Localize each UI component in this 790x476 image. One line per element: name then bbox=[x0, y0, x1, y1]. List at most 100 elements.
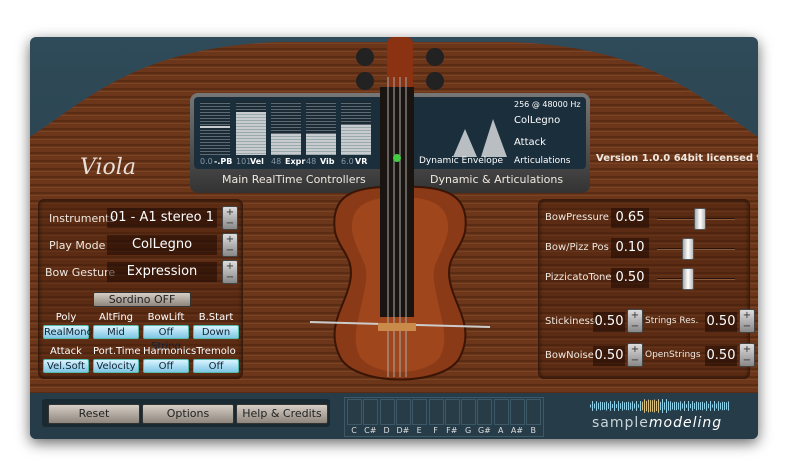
wave-bar bbox=[598, 402, 599, 410]
slider-value[interactable]: 0.10 bbox=[611, 238, 649, 258]
stepper-buttons[interactable]: + − bbox=[627, 309, 643, 333]
stepper-value[interactable]: 0.50 bbox=[705, 312, 737, 332]
plus-button[interactable]: + bbox=[740, 344, 754, 355]
help-credits-button[interactable]: Help & Credits bbox=[236, 404, 328, 424]
option-button[interactable]: Off bbox=[143, 359, 189, 373]
key-label: A# bbox=[510, 426, 524, 435]
key-3[interactable] bbox=[395, 399, 411, 425]
version-text: Version 1.0.0 64bit licensed to: bbox=[596, 153, 758, 164]
key-9[interactable] bbox=[493, 399, 509, 425]
wave-bar bbox=[724, 401, 725, 411]
wave-bar bbox=[632, 401, 633, 411]
key-6[interactable] bbox=[444, 399, 460, 425]
plus-button[interactable]: + bbox=[740, 310, 754, 321]
row-stepper[interactable]: + − bbox=[222, 260, 238, 284]
plus-button[interactable]: + bbox=[628, 310, 642, 321]
key-10[interactable] bbox=[510, 399, 525, 425]
wave-bar bbox=[664, 402, 665, 410]
meter-label: Vel bbox=[250, 157, 264, 166]
key-2[interactable] bbox=[379, 399, 395, 425]
key-7[interactable] bbox=[461, 399, 477, 425]
row-stepper[interactable]: + − bbox=[222, 206, 238, 230]
stepper-label: Stickiness bbox=[545, 316, 596, 327]
option-button[interactable]: Off String bbox=[143, 325, 189, 352]
plus-button[interactable]: + bbox=[223, 207, 237, 218]
meter-value: 48 bbox=[271, 157, 282, 166]
wave-bar bbox=[678, 402, 679, 410]
wave-bar bbox=[680, 401, 681, 411]
wave-bar bbox=[662, 399, 663, 413]
minus-button[interactable]: − bbox=[223, 218, 237, 229]
stepper-buttons[interactable]: + − bbox=[739, 343, 755, 367]
option-button[interactable]: Velocity bbox=[93, 359, 139, 373]
slider-knob[interactable] bbox=[682, 268, 694, 290]
slider-value[interactable]: 0.65 bbox=[611, 208, 649, 228]
articulations-label: Articulations bbox=[514, 156, 571, 166]
stepper-buttons[interactable]: + − bbox=[739, 309, 755, 333]
stepper-value[interactable]: 0.50 bbox=[705, 346, 737, 366]
slider-knob[interactable] bbox=[694, 208, 706, 230]
minus-button[interactable]: − bbox=[740, 321, 754, 332]
option-label: B.Start bbox=[198, 312, 234, 323]
key-1[interactable] bbox=[363, 399, 379, 425]
slider-label: Bow/Pizz Pos bbox=[545, 242, 609, 253]
minus-button[interactable]: − bbox=[223, 245, 237, 256]
row-value[interactable]: Expression bbox=[107, 262, 217, 282]
wave-bar bbox=[674, 401, 675, 411]
wave-bar bbox=[704, 402, 705, 410]
wave-bar bbox=[614, 401, 615, 411]
wave-bar bbox=[688, 401, 689, 411]
wave-bar bbox=[728, 401, 729, 411]
slider-track[interactable] bbox=[657, 248, 735, 250]
minus-button[interactable]: − bbox=[740, 355, 754, 366]
wave-bar bbox=[616, 404, 617, 408]
stepper-buttons[interactable]: + − bbox=[627, 343, 643, 367]
wave-bar bbox=[604, 402, 605, 410]
stepper-value[interactable]: 0.50 bbox=[593, 346, 625, 366]
brand-sample: sample bbox=[592, 415, 649, 431]
key-4[interactable] bbox=[412, 399, 428, 425]
key-label: B bbox=[530, 426, 537, 435]
key-label: F bbox=[433, 426, 438, 435]
meter-0 bbox=[200, 101, 230, 155]
plus-button[interactable]: + bbox=[223, 261, 237, 272]
wave-bar bbox=[600, 401, 601, 411]
slider-track[interactable] bbox=[657, 278, 735, 280]
minus-button[interactable]: − bbox=[628, 321, 642, 332]
key-8[interactable] bbox=[477, 399, 493, 425]
wave-bar bbox=[644, 399, 645, 413]
sordino-button[interactable]: Sordino OFF bbox=[93, 292, 191, 307]
key-11[interactable] bbox=[526, 399, 542, 425]
key-0[interactable] bbox=[347, 399, 362, 425]
key-label: F# bbox=[446, 426, 458, 435]
option-button[interactable]: Vel.Soft bbox=[43, 359, 89, 373]
minus-button[interactable]: − bbox=[223, 272, 237, 283]
option-button[interactable]: Mid bbox=[93, 325, 139, 339]
option-button[interactable]: RealMono bbox=[43, 325, 93, 339]
key-label: G# bbox=[477, 426, 491, 435]
stepper-value[interactable]: 0.50 bbox=[593, 312, 625, 332]
wave-bar bbox=[612, 403, 613, 409]
option-button[interactable]: Off bbox=[193, 359, 239, 373]
plus-button[interactable]: + bbox=[628, 344, 642, 355]
wave-bar bbox=[658, 399, 659, 413]
row-value[interactable]: 01 - A1 stereo 1 bbox=[107, 208, 217, 228]
option-button[interactable]: Down bbox=[193, 325, 239, 339]
row-value[interactable]: ColLegno bbox=[107, 235, 217, 255]
reset-button[interactable]: Reset bbox=[48, 404, 140, 424]
slider-value[interactable]: 0.50 bbox=[611, 268, 649, 288]
options-button[interactable]: Options bbox=[142, 404, 234, 424]
left-panel: Instruments 01 - A1 stereo 1 + − Play Mode… bbox=[38, 199, 243, 379]
keyswitch-keyboard: C C# D D# E F F# G G# A A# B bbox=[344, 397, 544, 437]
wave-bar bbox=[610, 401, 611, 411]
row-stepper[interactable]: + − bbox=[222, 233, 238, 257]
minus-button[interactable]: − bbox=[628, 355, 642, 366]
instrument-name: Viola bbox=[80, 155, 136, 180]
articulation-value: ColLegno bbox=[514, 115, 561, 126]
slider-knob[interactable] bbox=[682, 238, 694, 260]
waveform-logo-icon bbox=[590, 399, 729, 413]
meter-value: 101 bbox=[236, 157, 252, 166]
plus-button[interactable]: + bbox=[223, 234, 237, 245]
key-5[interactable] bbox=[428, 399, 444, 425]
wave-bar bbox=[690, 403, 691, 409]
